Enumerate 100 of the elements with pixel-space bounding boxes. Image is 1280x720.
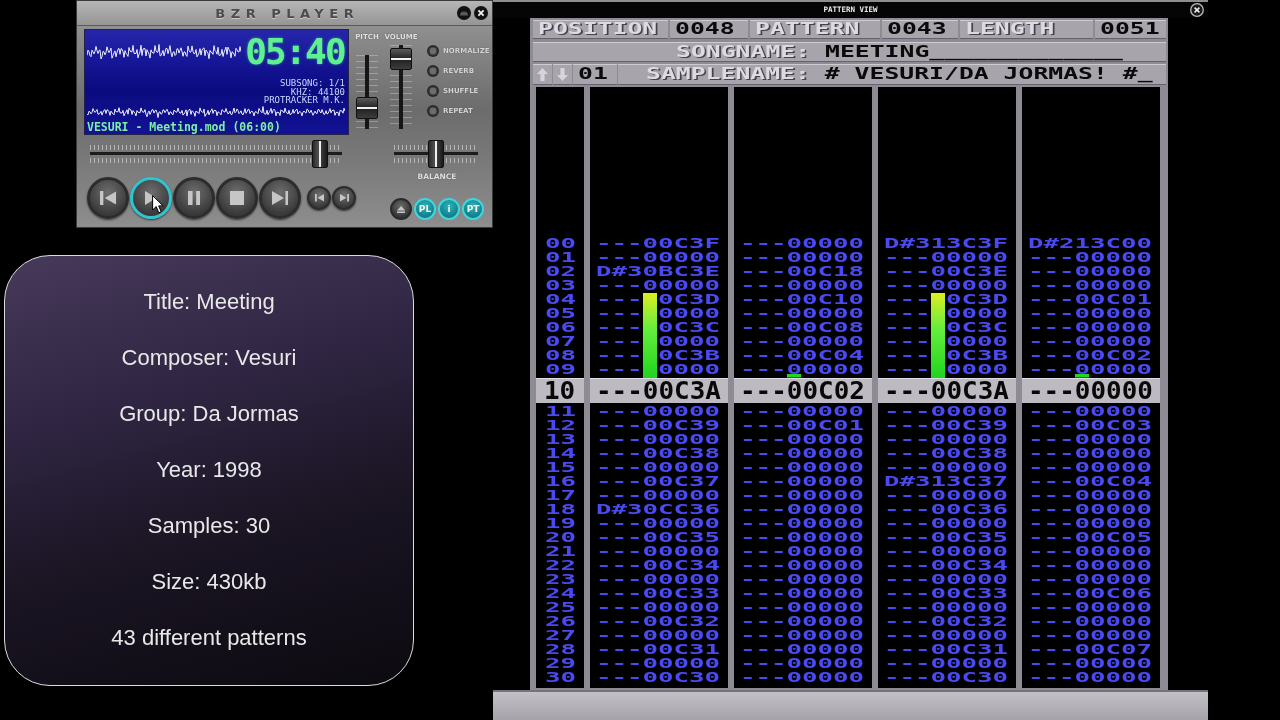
time-readout: 05:40 (245, 33, 345, 71)
stop-button[interactable] (216, 177, 258, 219)
note-text: --- (1028, 320, 1075, 334)
command-text: 00C04 (786, 348, 865, 362)
note-text: D#2 (1028, 236, 1075, 250)
command-text: 00C01 (1074, 292, 1153, 306)
command-text: 00000 (1074, 670, 1153, 684)
note-text: --- (1028, 530, 1075, 544)
note-text: --- (740, 446, 787, 460)
note-text: --- (884, 460, 931, 474)
note-text: --- (1028, 418, 1075, 432)
sample-up-button[interactable] (533, 64, 552, 85)
command-text: 00000 (786, 488, 865, 502)
command-text: 13C37 (930, 474, 1009, 488)
mode-button[interactable]: PT (462, 198, 484, 220)
note-text: --- (884, 264, 931, 278)
header-label: PATTERN (750, 20, 880, 39)
command-text: 00C02 (1074, 348, 1153, 362)
command-text: 00000 (930, 628, 1009, 642)
row-number: 30 (545, 670, 576, 684)
note-text: --- (1028, 250, 1075, 264)
note-text: --- (740, 334, 787, 348)
command-text: 00000 (930, 572, 1009, 586)
note-text: --- (884, 278, 931, 292)
play-button[interactable] (130, 177, 172, 219)
note-text: --- (740, 474, 787, 488)
note-text: --- (884, 250, 931, 264)
header-value: 0051 (1095, 20, 1166, 39)
row-number: 27 (545, 628, 576, 642)
up-arrow-icon (537, 68, 548, 81)
note-text: --- (1028, 488, 1075, 502)
row-number: 06 (545, 320, 576, 334)
command-text: 00000 (930, 544, 1009, 558)
command-text: 00C34 (930, 558, 1009, 572)
note-text: --- (1028, 446, 1075, 460)
pause-button[interactable] (173, 177, 215, 219)
note-text: --- (596, 292, 643, 306)
row-number: 19 (545, 516, 576, 530)
command-text: 0000 (946, 334, 1009, 348)
note-text: --- (596, 572, 643, 586)
mode-button[interactable]: i (438, 198, 460, 220)
mode-button[interactable]: PL (414, 198, 436, 220)
note-text: --- (740, 306, 787, 320)
command-text: 0000 (946, 362, 1009, 376)
previous-button[interactable] (87, 177, 129, 219)
command-text: 00000 (642, 404, 721, 418)
command-text: 0000 (946, 306, 1009, 320)
row-number: 00 (545, 236, 576, 250)
previous-subsong-button[interactable] (307, 186, 331, 210)
command-text: 00000 (642, 572, 721, 586)
command-text: 00000 (642, 544, 721, 558)
next-button[interactable] (259, 177, 301, 219)
note-text: D#3 (596, 502, 643, 516)
eject-button[interactable] (390, 198, 412, 220)
command-text: 00000 (1074, 502, 1153, 516)
note-text: --- (884, 600, 931, 614)
info-text: Title: Meeting (143, 289, 275, 315)
command-text: 00C06 (1074, 586, 1153, 600)
note-text: --- (884, 544, 931, 558)
row-number: 12 (545, 418, 576, 432)
slider-thumb[interactable] (428, 140, 444, 168)
note-text: --- (740, 572, 787, 586)
note-text: D#3 (884, 236, 931, 250)
command-text: 00000 (930, 488, 1009, 502)
note-text: --- (596, 530, 643, 544)
note-text: --- (884, 628, 931, 642)
slider-thumb[interactable] (311, 140, 328, 168)
stop-icon (230, 191, 244, 205)
command-text: 00C31 (642, 642, 721, 656)
note-text: --- (740, 292, 787, 306)
command-text: 00000 (1074, 250, 1153, 264)
close-icon[interactable] (474, 6, 488, 20)
note-text: --- (596, 642, 643, 656)
slider-thumb[interactable] (390, 48, 412, 71)
note-text: --- (1028, 642, 1075, 656)
command-text: 00000 (1074, 614, 1153, 628)
note-text: --- (596, 362, 643, 376)
command-text: 00C30 (642, 670, 721, 684)
command-text: 00C38 (642, 446, 721, 460)
samplename-value: # VESURI/DA JORMAS! #_ (824, 65, 1153, 83)
command-text: 13C3F (930, 236, 1009, 250)
note-text: --- (740, 362, 787, 376)
note-text: --- (596, 614, 643, 628)
command-text: 00000 (786, 306, 865, 320)
sample-down-button[interactable] (553, 64, 572, 85)
minimize-icon[interactable] (457, 6, 471, 20)
note-text: --- (884, 642, 931, 656)
slider-thumb[interactable] (356, 96, 378, 119)
next-subsong-button[interactable] (332, 186, 356, 210)
note-text: --- (596, 488, 643, 502)
command-text: 0C3D (658, 292, 721, 306)
command-text: 00C32 (642, 614, 721, 628)
command-text: 00000 (1074, 558, 1153, 572)
command-text: 00000 (642, 460, 721, 474)
command-text: 00C39 (930, 418, 1009, 432)
note-text: --- (740, 320, 787, 334)
row-number: 14 (545, 446, 576, 460)
note-text: --- (884, 404, 931, 418)
command-text: 00C35 (930, 530, 1009, 544)
close-icon[interactable] (1190, 3, 1204, 17)
